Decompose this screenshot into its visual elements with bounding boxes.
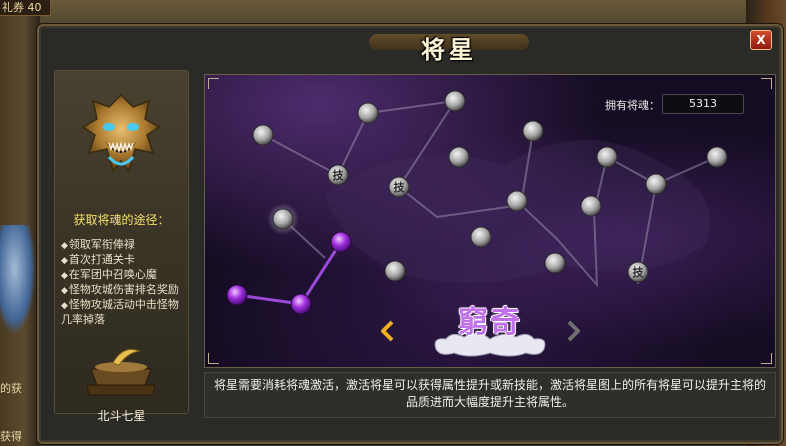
close-icon: X (756, 33, 766, 47)
list-item: 首次打通关卡 (61, 253, 186, 268)
soul-source-sidebar: 获取将魂的途径： 领取军衔俸禄 首次打通关卡 在军团中召唤心魔 怪物攻城伤害排名… (54, 70, 189, 423)
bowl-icon[interactable] (83, 341, 159, 399)
skill-node-label: 技 (333, 168, 345, 182)
skill-node-label: 技 (633, 265, 645, 279)
soul-source-list: 领取军衔俸禄 首次打通关卡 在军团中召唤心魔 怪物攻城伤害排名奖励 怪物攻城活动… (61, 238, 186, 326)
window-title: 将星 (421, 35, 477, 64)
skill-node-label: 技 (394, 180, 406, 194)
list-item: 在军团中召唤心魔 (61, 268, 186, 283)
star-general-window: 将星 X 获取将魂的途径： 领取军衔俸禄 首次打通关卡 在军团中召唤心 (37, 24, 783, 444)
coupon-counter: 礼券 40 (0, 0, 51, 16)
description-text: 将星需要消耗将魂激活，激活将星可以获得属性提升或新技能，激活将星图上的所有将星可… (213, 378, 766, 409)
close-button[interactable]: X (750, 30, 772, 50)
description-box: 将星需要消耗将魂激活，激活将星可以获得属性提升或新技能，激活将星图上的所有将星可… (204, 372, 776, 418)
dragon-emblem-icon (81, 93, 161, 173)
soul-counter: 拥有将魂： 5313 (605, 94, 765, 114)
background-character (0, 225, 36, 335)
list-item: 领取军衔俸禄 (61, 238, 186, 253)
chevron-right-icon[interactable] (565, 320, 581, 342)
soul-source-title: 获取将魂的途径： (73, 213, 170, 227)
constellation-name: 窮奇 (458, 305, 522, 340)
background-text-2: 获得 (0, 430, 22, 443)
list-item: 怪物攻城伤害排名奖励 (61, 283, 186, 298)
chevron-left-icon[interactable] (380, 320, 396, 342)
background-left: 的获 获得 (0, 0, 40, 446)
background-text-1: 的获 (0, 382, 22, 395)
title-banner: 将星 (369, 26, 529, 64)
star-map: 技 技 技 拥有将魂： 5313 窮奇 (204, 74, 776, 368)
list-item: 怪物攻城活动中击怪物几率掉落 (61, 298, 186, 326)
item-label: 北斗七星 (97, 409, 146, 423)
soul-value: 5313 (662, 94, 744, 114)
soul-label: 拥有将魂： (605, 99, 660, 112)
